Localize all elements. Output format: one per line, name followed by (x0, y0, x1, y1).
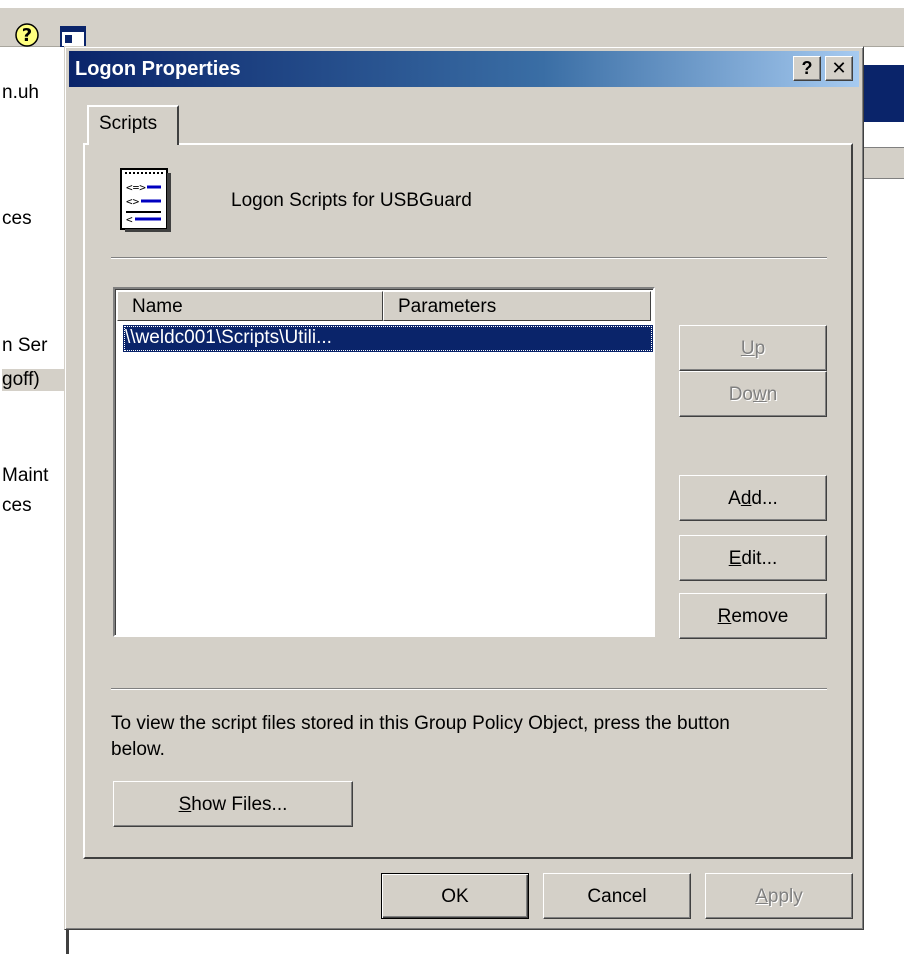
separator (111, 688, 827, 690)
info-text: To view the script files stored in this … (111, 713, 730, 760)
add-button[interactable]: Add... (679, 475, 827, 521)
down-button[interactable]: Down (679, 371, 827, 417)
background-toolbar: ? (0, 8, 904, 48)
background-divider (66, 930, 69, 954)
list-item[interactable]: \\weldc001\Scripts\Utili... (123, 325, 653, 352)
svg-text:<=>: <=> (126, 181, 146, 194)
column-header-parameters[interactable]: Parameters (383, 291, 651, 321)
background-right-pane (862, 148, 904, 179)
help-icon: ? (801, 58, 813, 78)
background-left-pane: n.uh ces n Ser goff) Maint ces (0, 47, 70, 954)
background-item: Maint (2, 465, 49, 486)
column-header-name[interactable]: Name (117, 291, 383, 321)
background-item: n.uh (2, 82, 39, 103)
show-files-button[interactable]: Show Files... (113, 781, 353, 827)
cancel-button[interactable]: Cancel (543, 873, 691, 919)
close-button[interactable]: ✕ (825, 56, 853, 81)
remove-button[interactable]: Remove (679, 593, 827, 639)
scripts-list[interactable]: Name Parameters \\weldc001\Scripts\Utili… (113, 287, 655, 637)
background-item: ces (2, 208, 32, 229)
edit-button[interactable]: Edit... (679, 535, 827, 581)
tab-scripts-label: Scripts (99, 113, 158, 134)
help-icon[interactable]: ? (14, 22, 40, 48)
close-icon: ✕ (831, 58, 847, 78)
separator (111, 257, 827, 259)
script-file-icon: <=> <> < (120, 168, 171, 232)
list-header: Name Parameters (117, 291, 651, 321)
svg-text:<: < (126, 213, 133, 226)
logon-properties-dialog: Logon Properties ? ✕ Scripts <=> <> < Lo… (64, 46, 864, 930)
scripts-heading: Logon Scripts for USBGuard (231, 190, 472, 211)
ok-button[interactable]: OK (381, 873, 529, 919)
dialog-title: Logon Properties (75, 58, 241, 80)
help-button[interactable]: ? (793, 56, 821, 81)
window-icon[interactable] (60, 26, 86, 48)
tab-scripts[interactable]: Scripts (87, 105, 179, 145)
script-name-cell: \\weldc001\Scripts\Utili... (125, 327, 332, 348)
background-item: goff) (2, 369, 68, 391)
background-item: n Ser (2, 335, 48, 356)
background-item: ces (2, 495, 32, 516)
background-right-strip (862, 122, 904, 148)
title-bar[interactable]: Logon Properties ? ✕ (69, 51, 859, 87)
up-button[interactable]: Up (679, 325, 827, 371)
svg-text:<>: <> (126, 195, 140, 208)
apply-button[interactable]: Apply (705, 873, 853, 919)
background-window-top (0, 0, 904, 8)
svg-text:?: ? (22, 25, 32, 46)
